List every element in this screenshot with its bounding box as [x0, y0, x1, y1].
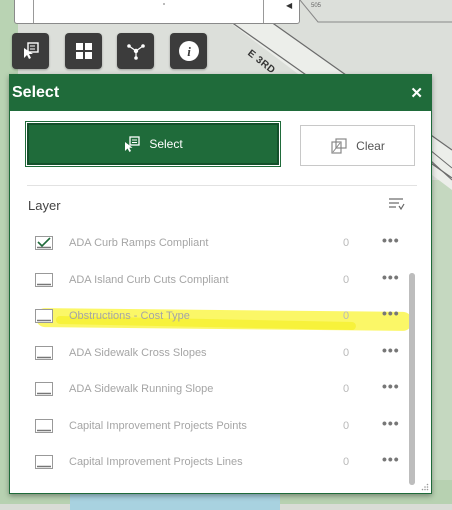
more-options-icon[interactable]: ••• [382, 415, 400, 431]
layer-checkbox-icon[interactable] [35, 345, 53, 360]
map-small-label: 505 [311, 3, 322, 9]
scrollbar-thumb[interactable] [409, 273, 415, 485]
basemap-gallery-button[interactable] [65, 33, 102, 69]
search-dot [163, 3, 165, 5]
select-button[interactable]: Select [25, 121, 281, 167]
layer-name: ADA Sidewalk Running Slope [69, 383, 214, 395]
layer-selected-count: 0 [343, 273, 350, 286]
search-caret-icon[interactable]: ◀ [286, 1, 292, 10]
layer-checkbox-icon[interactable] [35, 309, 53, 323]
select-button-label: Select [149, 137, 183, 151]
info-button[interactable]: i [170, 33, 207, 69]
clear-selection-icon [331, 137, 347, 154]
layer-selected-count: 0 [343, 237, 350, 249]
more-options-icon[interactable]: ••• [382, 342, 400, 358]
layer-column-header: Layer [28, 198, 61, 213]
clear-button[interactable]: Clear [300, 125, 415, 166]
layer-selected-count: 0 [343, 383, 350, 395]
clear-button-label: Clear [356, 138, 385, 153]
sort-options-icon[interactable] [387, 196, 405, 212]
more-options-icon[interactable]: ••• [382, 232, 400, 248]
close-icon[interactable]: ✕ [410, 84, 423, 102]
more-options-icon[interactable]: ••• [382, 378, 400, 394]
layer-list-scrollbar[interactable] [409, 273, 415, 485]
layer-name: ADA Island Curb Cuts Compliant [69, 273, 229, 286]
layer-selected-count: 0 [343, 346, 350, 359]
resize-handle-icon[interactable] [421, 483, 429, 491]
select-panel: Select ✕ Select Clear Layer ADA Curb Ram… [9, 74, 432, 494]
layer-name: ADA Curb Ramps Compliant [69, 237, 209, 249]
layer-row[interactable]: ADA Island Curb Cuts Compliant 0 ••• [10, 264, 411, 300]
layer-name: ADA Sidewalk Cross Slopes [69, 346, 207, 359]
layer-selected-count: 0 [343, 419, 350, 432]
select-cursor-icon [125, 136, 140, 152]
select-tool-button[interactable] [12, 33, 49, 69]
search-divider [263, 0, 264, 23]
svg-text:i: i [187, 44, 191, 59]
layer-checkbox-icon[interactable] [35, 382, 53, 396]
panel-title: Select [12, 84, 60, 101]
layer-selected-count: 0 [343, 456, 350, 468]
info-icon: i [178, 41, 199, 61]
layer-row[interactable]: ADA Sidewalk Cross Slopes 0 ••• [10, 337, 411, 373]
search-divider [33, 0, 34, 23]
panel-divider [27, 185, 417, 186]
share-nodes-icon [126, 44, 145, 60]
select-cursor-icon [23, 42, 39, 59]
layer-name: Capital Improvement Projects Lines [69, 456, 243, 468]
layer-row[interactable]: Obstructions - Cost Type 0 ••• [10, 300, 411, 336]
layer-row[interactable]: Capital Improvement Projects Points 0 ••• [10, 410, 411, 446]
layer-row[interactable]: Capital Improvement Projects Lines 0 ••• [10, 446, 411, 482]
more-options-icon[interactable]: ••• [382, 269, 400, 285]
layer-name: Obstructions - Cost Type [69, 310, 190, 322]
layer-row[interactable]: ADA Curb Ramps Compliant 0 ••• [10, 227, 411, 263]
search-bar[interactable]: ◀ [14, 0, 300, 24]
layer-name: Capital Improvement Projects Points [69, 419, 247, 432]
panel-header: Select ✕ [10, 75, 431, 111]
more-options-icon[interactable]: ••• [382, 451, 400, 467]
more-options-icon[interactable]: ••• [382, 305, 400, 321]
layer-checkbox-icon[interactable] [35, 272, 53, 287]
layer-checkbox-icon[interactable] [35, 455, 53, 469]
checked-checkbox-icon[interactable] [35, 236, 53, 250]
layer-checkbox-icon[interactable] [35, 418, 53, 433]
layer-row[interactable]: ADA Sidewalk Running Slope 0 ••• [10, 373, 411, 409]
layer-selected-count: 0 [343, 310, 350, 322]
grid-icon [75, 43, 92, 59]
share-button[interactable] [117, 33, 154, 69]
